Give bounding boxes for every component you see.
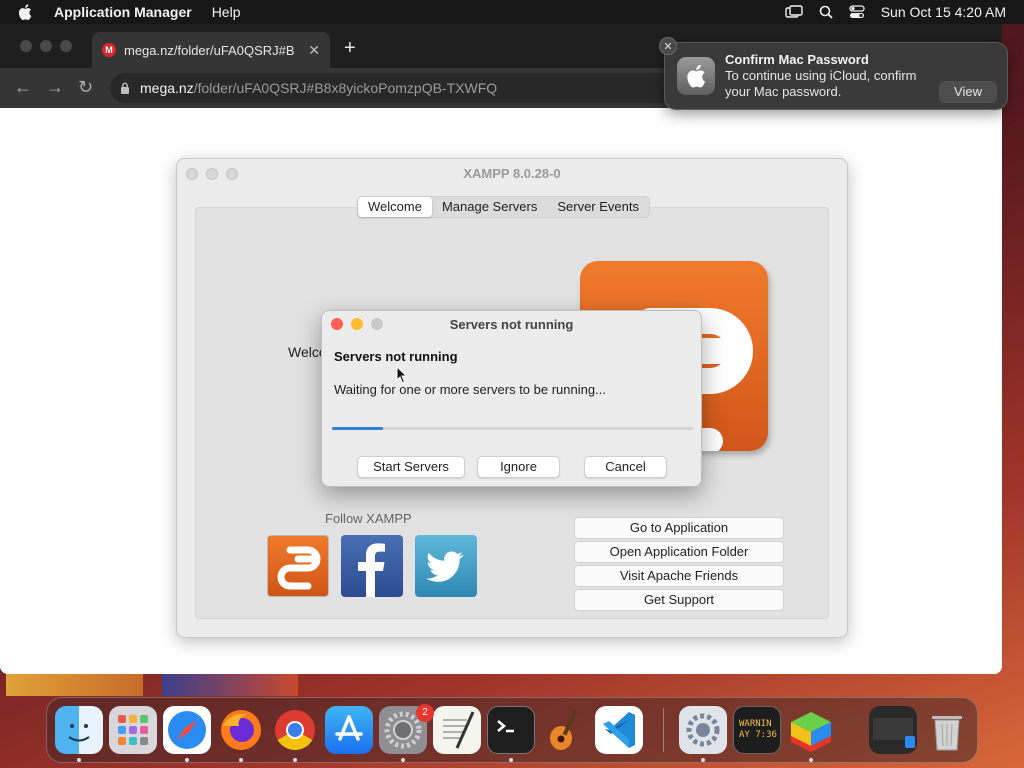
preferences-gear-icon[interactable] bbox=[679, 706, 727, 754]
console-time-text: AY 7:36 bbox=[739, 730, 777, 740]
dock-separator bbox=[663, 708, 664, 752]
dialog-titlebar: Servers not running bbox=[322, 311, 701, 337]
help-menu[interactable]: Help bbox=[212, 4, 241, 20]
bluestacks-icon[interactable] bbox=[787, 706, 835, 754]
safari-icon[interactable] bbox=[163, 706, 211, 754]
tab-server-events[interactable]: Server Events bbox=[547, 197, 649, 217]
servers-not-running-dialog: Servers not running Servers not running … bbox=[321, 310, 702, 487]
progress-bar-fill bbox=[332, 427, 383, 430]
dock: WARNIN AY 7:36 bbox=[46, 697, 978, 763]
xampp-tab-control: Welcome Manage Servers Server Events bbox=[357, 196, 650, 218]
running-indicator bbox=[293, 758, 297, 762]
dialog-title: Servers not running bbox=[449, 317, 574, 332]
forward-arrow-icon[interactable]: → bbox=[46, 77, 64, 98]
browser-window-controls bbox=[20, 40, 72, 52]
menubar-clock[interactable]: Sun Oct 15 4:20 AM bbox=[881, 4, 1006, 20]
vscode-icon[interactable] bbox=[595, 706, 643, 754]
dialog-message: Waiting for one or more servers to be ru… bbox=[334, 382, 606, 397]
apple-menu-icon[interactable] bbox=[18, 4, 38, 20]
new-tab-button[interactable]: + bbox=[344, 37, 356, 60]
running-indicator bbox=[701, 758, 705, 762]
menu-bar: Application Manager Help Sun Oct 15 4:20… bbox=[0, 0, 1024, 24]
tab-manage-servers[interactable]: Manage Servers bbox=[432, 197, 547, 217]
app-store-icon[interactable] bbox=[325, 706, 373, 754]
notification-body: To continue using iCloud, confirm your M… bbox=[725, 68, 917, 99]
go-to-application-button[interactable]: Go to Application bbox=[574, 517, 784, 539]
get-support-button[interactable]: Get Support bbox=[574, 589, 784, 611]
xampp-action-list: Go to Application Open Application Folde… bbox=[574, 517, 784, 611]
lock-icon[interactable] bbox=[120, 82, 130, 94]
notification-view-button[interactable]: View bbox=[939, 81, 997, 103]
follow-xampp-label: Follow XAMPP bbox=[325, 511, 412, 526]
mouse-pointer-icon bbox=[396, 365, 408, 389]
open-application-folder-button[interactable]: Open Application Folder bbox=[574, 541, 784, 563]
xampp-titlebar: XAMPP 8.0.28-0 bbox=[177, 159, 847, 187]
twitter-icon[interactable] bbox=[415, 535, 477, 597]
launchpad-icon[interactable] bbox=[109, 706, 157, 754]
progress-bar bbox=[332, 427, 693, 430]
terminal-icon[interactable] bbox=[487, 706, 535, 754]
running-indicator bbox=[185, 758, 189, 762]
notification-title: Confirm Mac Password bbox=[725, 52, 869, 67]
running-indicator bbox=[77, 758, 81, 762]
tab-welcome[interactable]: Welcome bbox=[358, 197, 432, 217]
dialog-heading: Servers not running bbox=[334, 349, 458, 364]
mega-favicon-icon: M bbox=[102, 43, 116, 57]
facebook-icon[interactable] bbox=[341, 535, 403, 597]
apple-logo-icon bbox=[677, 57, 715, 95]
ignore-button[interactable]: Ignore bbox=[477, 456, 560, 478]
reload-icon[interactable]: ↻ bbox=[78, 77, 93, 98]
desktop-thumbnail[interactable] bbox=[6, 674, 143, 696]
close-window-button[interactable] bbox=[20, 40, 32, 52]
spotlight-search-icon[interactable] bbox=[819, 5, 833, 19]
settings-notification-badge: 2 bbox=[416, 704, 434, 722]
console-icon[interactable]: WARNIN AY 7:36 bbox=[733, 706, 781, 754]
app-name-menu[interactable]: Application Manager bbox=[54, 4, 192, 20]
console-warning-text: WARNIN bbox=[739, 719, 772, 729]
finder-icon[interactable] bbox=[55, 706, 103, 754]
textedit-icon[interactable] bbox=[433, 706, 481, 754]
tab-title: mega.nz/folder/uFA0QSRJ#B8 bbox=[124, 42, 294, 58]
browser-tab-active[interactable]: M mega.nz/folder/uFA0QSRJ#B8 ✕ bbox=[92, 32, 330, 68]
xampp-window-title: XAMPP 8.0.28-0 bbox=[463, 166, 561, 181]
running-indicator bbox=[239, 758, 243, 762]
url-host: mega.nz bbox=[140, 80, 194, 96]
minimize-window-button[interactable] bbox=[40, 40, 52, 52]
screen-mirroring-icon[interactable] bbox=[785, 5, 803, 19]
chrome-icon[interactable] bbox=[271, 706, 319, 754]
back-arrow-icon[interactable]: ← bbox=[14, 77, 32, 98]
menubar-status-area: Sun Oct 15 4:20 AM bbox=[785, 4, 1006, 20]
desktop-thumbnail[interactable] bbox=[162, 674, 298, 696]
firefox-icon[interactable] bbox=[217, 706, 265, 754]
start-servers-button[interactable]: Start Servers bbox=[357, 456, 465, 478]
visit-apache-friends-button[interactable]: Visit Apache Friends bbox=[574, 565, 784, 587]
running-indicator bbox=[509, 758, 513, 762]
icloud-password-notification[interactable]: Confirm Mac Password To continue using i… bbox=[664, 42, 1008, 110]
running-indicator bbox=[401, 758, 405, 762]
trash-icon[interactable] bbox=[923, 706, 971, 754]
notification-close-button[interactable]: ✕ bbox=[659, 37, 677, 55]
running-indicator bbox=[809, 758, 813, 762]
xampp-social-icon[interactable] bbox=[267, 535, 329, 597]
window-thumbnail-icon[interactable] bbox=[869, 706, 917, 754]
control-center-icon[interactable] bbox=[849, 5, 865, 19]
zoom-window-button[interactable] bbox=[60, 40, 72, 52]
cancel-button[interactable]: Cancel bbox=[584, 456, 667, 478]
url-path: /folder/uFA0QSRJ#B8x8yickoPomzpQB-TXWFQ bbox=[193, 80, 498, 96]
tab-close-icon[interactable]: ✕ bbox=[308, 42, 320, 59]
garageband-icon[interactable] bbox=[541, 706, 589, 754]
